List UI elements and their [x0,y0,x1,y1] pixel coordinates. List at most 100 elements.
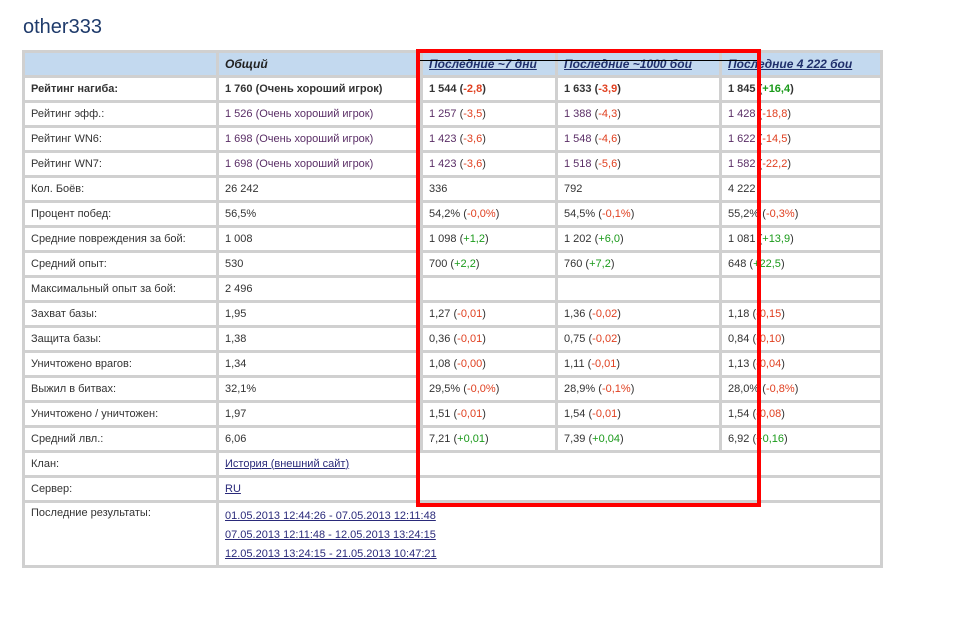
table-cell: 0,84 (-0,10) [719,325,883,353]
row-label: Уничтожено врагов: [22,350,219,378]
cell-value: 1 582 [728,158,756,170]
table-cell: 1,95 [216,300,423,328]
cell-value: 1 202 [564,233,592,245]
cell-value: 1 633 [564,83,592,95]
header-1000-battles[interactable]: Последние ~1000 бои [555,50,722,78]
table-cell: 54,5% (-0,1%) [555,200,722,228]
cell-value: 1,27 [429,308,451,320]
result-period-link[interactable]: 12.05.2013 13:24:15 - 21.05.2013 10:47:2… [225,545,874,564]
cell-value: 1 622 [728,133,756,145]
cell-value: 1,08 [429,358,451,370]
cell-value: 1,97 [225,408,247,420]
cell-value: 792 [564,183,583,195]
table-cell: 1 845 (+16,4) [719,75,883,103]
cell-delta: -0,0% [466,383,496,395]
cell-delta: +13,9 [762,233,791,245]
cell-delta: -14,5 [762,133,788,145]
cell-value: 1 845 [728,83,756,95]
cell-value: 54,5% [564,208,596,220]
table-header: Общий Последние ~7 дни Последние ~1000 б… [22,50,883,78]
table-row: Защита базы: 1,38 0,36 (-0,01) 0,75 (-0,02)… [22,325,883,353]
cell-value: 29,5% [429,383,461,395]
table-cell: 1,38 [216,325,423,353]
cell-value: 0,75 [564,333,586,345]
results-row: Последние результаты: 01.05.2013 12:44:2… [22,500,883,568]
table-row: Средние повреждения за бой: 1 008 1 098 (+… [22,225,883,253]
cell-value: 1 544 [429,83,457,95]
cell-value: 56,5% [225,208,257,220]
table-cell: 1 622 (-14,5) [719,125,883,153]
table-cell: 56,5% [216,200,423,228]
cell-delta: +22,5 [753,258,781,270]
table-cell: 1 202 (+6,0) [555,225,722,253]
cell-value: 2 496 [225,283,253,295]
table-cell: 1,18 (-0,15) [719,300,883,328]
table-cell: 0,36 (-0,01) [420,325,558,353]
header-empty [22,50,219,78]
cell-delta: -0,02 [592,333,618,345]
table-cell: 1 423 (-3,6) [420,150,558,178]
cell-delta: -0,01 [457,408,483,420]
cell-delta: -0,04 [756,358,782,370]
table-row: Рейтинг WN6: 1 698 (Очень хороший игрок) 1… [22,125,883,153]
cell-value: 1,51 [429,408,451,420]
row-label: Средние повреждения за бой: [22,225,219,253]
cell-value: 0,84 [728,333,750,345]
table-cell: 1,11 (-0,01) [555,350,722,378]
cell-value: 1,11 [564,358,585,370]
table-cell: 1 423 (-3,6) [420,125,558,153]
cell-delta: -0,8% [765,383,795,395]
cell-delta: -0,1% [601,383,631,395]
result-period-link[interactable]: 07.05.2013 12:11:48 - 12.05.2013 13:24:1… [225,526,874,545]
header-7-days[interactable]: Последние ~7 дни [420,50,558,78]
cell-value: 0,36 [429,333,451,345]
cell-delta: -0,10 [756,333,782,345]
row-label: Выжил в битвах: [22,375,219,403]
table-cell: 792 [555,175,722,203]
server-row: Сервер: RU [22,475,883,503]
row-label: Максимальный опыт за бой: [22,275,219,303]
table-row: Захват базы: 1,95 1,27 (-0,01) 1,36 (-0,02)… [22,300,883,328]
row-label: Захват базы: [22,300,219,328]
row-label: Защита базы: [22,325,219,353]
result-period-link[interactable]: 01.05.2013 12:44:26 - 07.05.2013 12:11:4… [225,507,874,526]
table-cell: 1,34 [216,350,423,378]
cell-delta: +1,2 [463,233,485,245]
table-row: Уничтожено врагов: 1,34 1,08 (-0,00) 1,11 (… [22,350,883,378]
cell-delta: -0,01 [592,408,618,420]
row-label: Клан: [22,450,219,478]
table-cell: 28,0% (-0,8%) [719,375,883,403]
table-row: Максимальный опыт за бой: 2 496 [22,275,883,303]
row-label: Последние результаты: [22,500,219,568]
table-cell: 0,75 (-0,02) [555,325,722,353]
annotation-line [420,60,757,61]
row-label: Кол. Боёв: [22,175,219,203]
table-row: Уничтожено / уничтожен: 1,97 1,51 (-0,01) 1… [22,400,883,428]
cell-value: 530 [225,258,244,270]
cell-value: 1 081 [728,233,756,245]
table-cell: 4 222 [719,175,883,203]
cell-delta: -3,5 [463,108,483,120]
header-4222-battles[interactable]: Последние 4 222 бои [719,50,883,78]
table-cell: 1 081 (+13,9) [719,225,883,253]
cell-value: 32,1% [225,383,257,395]
table-cell: 700 (+2,2) [420,250,558,278]
cell-value: 54,2% [429,208,461,220]
clan-history-link[interactable]: История (внешний сайт) [225,455,874,474]
table-row: Рейтинг WN7: 1 698 (Очень хороший игрок) 1… [22,150,883,178]
table-cell: 1 548 (-4,6) [555,125,722,153]
server-link[interactable]: RU [225,480,874,499]
table-cell: 1 698 (Очень хороший игрок) [216,150,423,178]
cell-delta: -18,8 [762,108,788,120]
table-cell [420,275,558,303]
cell-delta: -3,6 [463,133,483,145]
stats-table: Общий Последние ~7 дни Последние ~1000 б… [22,50,883,568]
table-cell: 648 (+22,5) [719,250,883,278]
table-cell: 7,39 (+0,04) [555,425,722,453]
cell-delta: -4,3 [598,108,618,120]
table-cell: 1 698 (Очень хороший игрок) [216,125,423,153]
cell-delta: -0,3% [765,208,795,220]
cell-delta: -0,0% [466,208,496,220]
cell-value: 26 242 [225,183,259,195]
cell-delta: +0,16 [756,433,784,445]
